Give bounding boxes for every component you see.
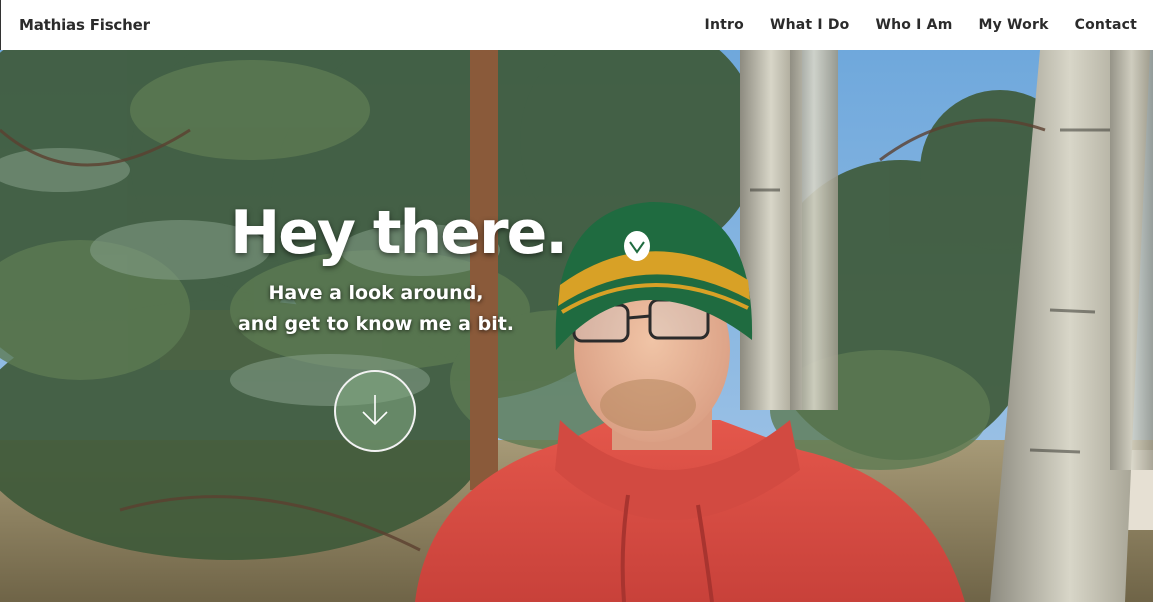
- hero-subtitle-line-2: and get to know me a bit.: [237, 313, 515, 335]
- nav-link-contact[interactable]: Contact: [1075, 17, 1137, 33]
- site-brand-link[interactable]: Mathias Fischer: [19, 16, 150, 34]
- hero-title: Hey there.: [230, 198, 568, 268]
- hero-subtitle: Have a look around, and get to know me a…: [226, 278, 526, 340]
- top-navbar: Mathias Fischer Intro What I Do Who I Am…: [0, 0, 1153, 50]
- nav-link-my-work[interactable]: My Work: [979, 17, 1049, 33]
- nav-link-who-i-am[interactable]: Who I Am: [875, 17, 952, 33]
- nav-link-intro[interactable]: Intro: [705, 17, 744, 33]
- arrow-down-icon: [362, 395, 388, 426]
- hero-background-photo: [0, 50, 1153, 602]
- hero-subtitle-line-1: Have a look around,: [268, 282, 484, 304]
- hero-section: Hey there. Have a look around, and get t…: [0, 50, 1153, 602]
- nav-links: Intro What I Do Who I Am My Work Contact: [705, 17, 1137, 33]
- nav-link-what-i-do[interactable]: What I Do: [770, 17, 850, 33]
- scroll-down-button[interactable]: [334, 370, 416, 452]
